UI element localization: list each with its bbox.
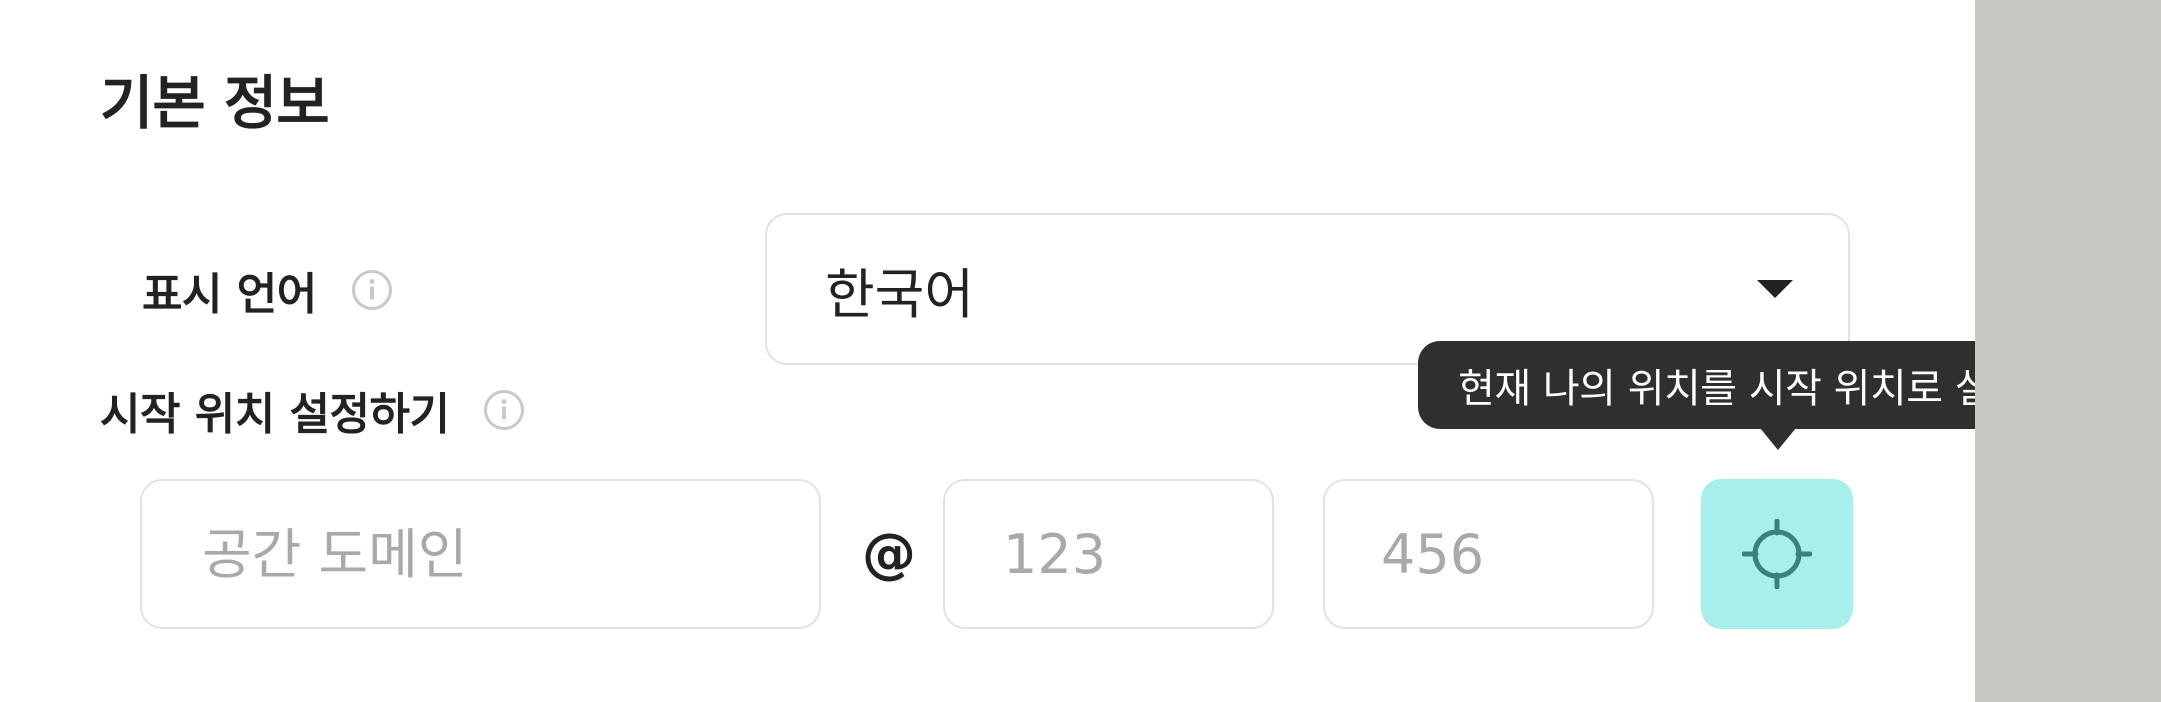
info-circle-icon[interactable]: [351, 269, 393, 311]
info-circle-icon-graphic: [351, 270, 392, 310]
display-language-label: 표시 언어: [142, 269, 317, 320]
display-language-label-row: 표시 언어: [142, 258, 393, 322]
x-coordinate-input[interactable]: [943, 479, 1274, 629]
tooltip-arrow: [1760, 428, 1796, 450]
y-coordinate-input[interactable]: [1323, 479, 1654, 629]
crosshair-icon: [1742, 519, 1812, 589]
language-select-value: 한국어: [825, 262, 975, 326]
info-circle-icon-graphic: [484, 390, 525, 430]
start-location-label: 시작 위치 설정하기: [100, 389, 450, 440]
caret-down-icon: [1757, 280, 1793, 298]
start-location-label-row: 시작 위치 설정하기: [100, 378, 525, 442]
set-current-location-button[interactable]: [1701, 479, 1853, 629]
background-overlay-strip: [1975, 0, 2161, 702]
section-title: 기본 정보: [100, 69, 330, 137]
info-circle-icon[interactable]: [483, 389, 525, 431]
at-separator: @: [862, 522, 916, 585]
space-domain-input[interactable]: [140, 479, 821, 629]
settings-panel: 기본 정보 표시 언어 한국어 시작 위치 설정하기 @: [0, 0, 2140, 702]
